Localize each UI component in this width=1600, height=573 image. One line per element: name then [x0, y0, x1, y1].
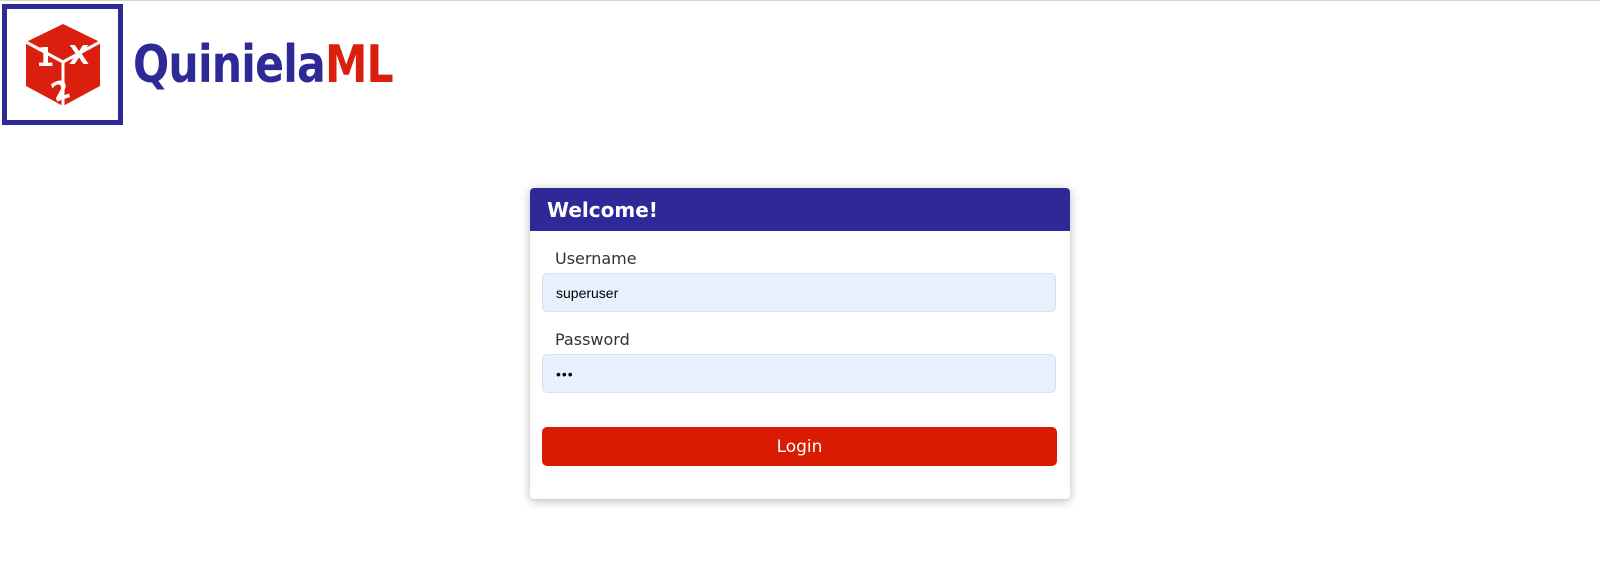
login-title: Welcome!: [547, 197, 658, 222]
brand-wordmark: QuinielaML: [133, 39, 394, 91]
brand-name-part2: ML: [324, 34, 394, 95]
top-border: [0, 0, 1600, 1]
dice-1x2-icon: 1 X 2: [24, 23, 101, 108]
svg-text:X: X: [69, 41, 89, 71]
password-input[interactable]: [542, 354, 1056, 393]
username-label: Username: [555, 249, 637, 268]
brand-name-part1: Quiniela: [133, 34, 326, 95]
logo-emblem: 1 X 2: [2, 4, 123, 125]
login-card: Welcome! Username Password Login: [530, 188, 1070, 499]
login-button[interactable]: Login: [542, 427, 1057, 466]
app-logo[interactable]: 1 X 2 QuinielaML: [2, 4, 450, 125]
login-card-header: Welcome!: [530, 188, 1070, 231]
username-input[interactable]: [542, 273, 1056, 312]
password-label: Password: [555, 330, 630, 349]
svg-text:1: 1: [36, 43, 54, 73]
